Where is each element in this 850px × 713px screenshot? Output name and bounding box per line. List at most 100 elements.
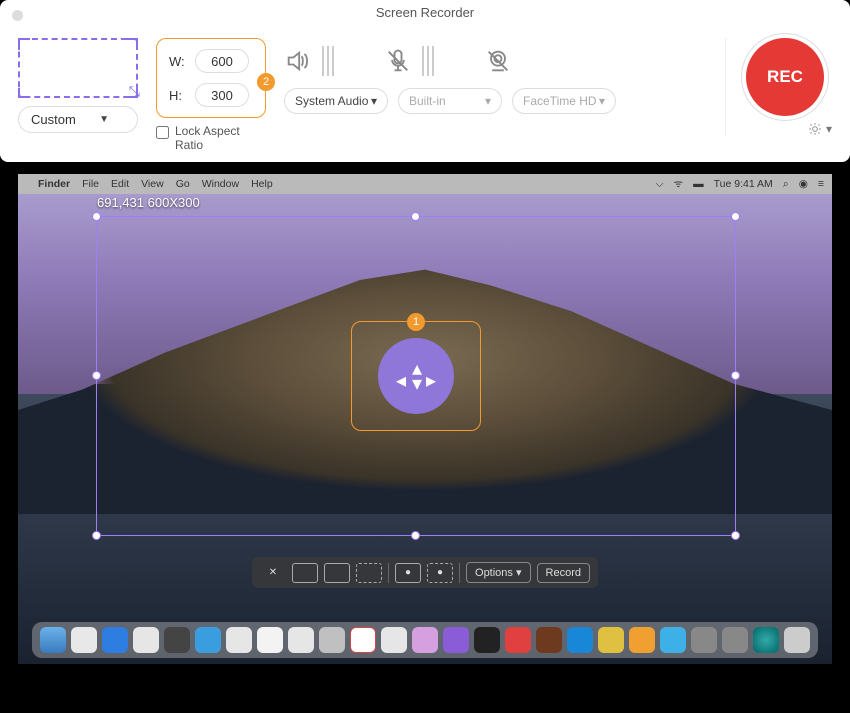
resize-handle[interactable] xyxy=(92,371,101,380)
width-label: W: xyxy=(169,54,189,69)
webcam-off-icon xyxy=(484,47,512,75)
menubar-item[interactable]: Help xyxy=(251,178,273,190)
dock-app-other[interactable] xyxy=(722,627,748,653)
dock-app-calendar[interactable] xyxy=(164,627,190,653)
dock-app-mail[interactable] xyxy=(102,627,128,653)
dock-app-preview[interactable] xyxy=(598,627,624,653)
dock-app-contacts[interactable] xyxy=(133,627,159,653)
screenshot-toolbar: ✕ ● ● Options ▾ Record xyxy=(252,557,598,588)
dock-app-downloads[interactable] xyxy=(753,627,779,653)
audio-source-label: System Audio xyxy=(295,94,368,108)
camera-label: FaceTime HD xyxy=(523,94,597,108)
lock-aspect-ratio-label: Lock Aspect Ratio xyxy=(175,124,266,152)
mic-level-icon xyxy=(422,46,434,76)
dock-app-safari[interactable] xyxy=(71,627,97,653)
desktop-wallpaper: 691,431 600X300 1 ▴▾ ◂▸ ✕ xyxy=(18,194,832,664)
screenshot-options-button[interactable]: Options ▾ xyxy=(466,562,531,583)
chevron-down-icon: ▾ xyxy=(371,94,377,108)
wifi-icon[interactable]: ᯤ xyxy=(674,177,684,191)
recorder-window: Screen Recorder ⤡ Custom ▼ W: H: xyxy=(0,0,850,162)
resize-handle[interactable] xyxy=(92,212,101,221)
menubar-clock[interactable]: Tue 9:41 AM xyxy=(714,178,773,190)
gear-icon xyxy=(808,122,822,136)
dock-app-finder[interactable] xyxy=(40,627,66,653)
menubar-app-name[interactable]: Finder xyxy=(38,178,70,190)
resize-handle[interactable] xyxy=(411,531,420,540)
record-button[interactable]: REC xyxy=(746,38,824,116)
dock-app-itunes[interactable] xyxy=(412,627,438,653)
menubar-item[interactable]: Window xyxy=(202,178,239,190)
menu-icon[interactable]: ≡ xyxy=(818,178,824,190)
region-preset-select[interactable]: Custom ▼ xyxy=(18,106,138,133)
dock-app-books[interactable] xyxy=(536,627,562,653)
camera-select[interactable]: FaceTime HD ▾ xyxy=(512,88,616,114)
record-button-label: REC xyxy=(767,67,803,87)
system-audio-level-icon xyxy=(322,46,334,76)
speaker-icon xyxy=(284,47,312,75)
dimensions-group: W: H: 2 xyxy=(156,38,266,118)
move-selection-handle[interactable]: ▴▾ ◂▸ xyxy=(378,338,454,414)
move-selection-callout: 1 ▴▾ ◂▸ xyxy=(351,321,481,431)
chevron-down-icon: ▼ xyxy=(99,114,109,125)
resize-handle[interactable] xyxy=(731,212,740,221)
screenshot-record-button[interactable]: Record xyxy=(537,563,590,583)
resize-handle[interactable] xyxy=(92,531,101,540)
mac-menubar: Finder File Edit View Go Window Help ⌵ ᯤ… xyxy=(18,174,832,194)
dock-app-news[interactable] xyxy=(505,627,531,653)
record-selection-button[interactable]: ● xyxy=(427,563,453,583)
capture-window-button[interactable] xyxy=(324,563,350,583)
chevron-down-icon: ▾ xyxy=(516,567,522,579)
resize-handle-icon: ⤡ xyxy=(129,83,140,100)
resize-handle[interactable] xyxy=(731,371,740,380)
airplay-icon[interactable]: ⌵ xyxy=(656,178,664,191)
desktop-preview: Finder File Edit View Go Window Help ⌵ ᯤ… xyxy=(18,174,832,664)
window-title: Screen Recorder xyxy=(0,0,850,26)
lock-aspect-ratio-checkbox[interactable]: Lock Aspect Ratio xyxy=(156,124,266,152)
dock-app-messages[interactable] xyxy=(319,627,345,653)
dock-app-maps[interactable] xyxy=(257,627,283,653)
height-label: H: xyxy=(169,88,189,103)
move-arrows-icon: ▴▾ ◂▸ xyxy=(398,358,434,394)
dock-app-generic[interactable] xyxy=(629,627,655,653)
capture-entire-screen-button[interactable] xyxy=(292,563,318,583)
selection-info-label: 691,431 600X300 xyxy=(97,195,200,210)
callout-badge-2: 2 xyxy=(257,73,275,91)
chevron-down-icon: ▾ xyxy=(826,122,832,136)
width-input[interactable] xyxy=(195,49,249,73)
dock-app-system-prefs[interactable] xyxy=(691,627,717,653)
chevron-down-icon: ▾ xyxy=(485,94,491,108)
dock xyxy=(32,622,818,658)
menubar-item[interactable]: View xyxy=(141,178,164,190)
dock-app-podcasts[interactable] xyxy=(443,627,469,653)
close-toolbar-button[interactable]: ✕ xyxy=(260,563,286,583)
chevron-down-icon: ▾ xyxy=(599,94,605,108)
microphone-off-icon xyxy=(384,47,412,75)
capture-selection-button[interactable] xyxy=(356,563,382,583)
battery-icon[interactable]: ▬ xyxy=(693,178,704,190)
menubar-item[interactable]: Edit xyxy=(111,178,129,190)
dock-app-calendar2[interactable] xyxy=(350,627,376,653)
dock-app-store2[interactable] xyxy=(660,627,686,653)
settings-button[interactable]: ▾ xyxy=(808,122,832,136)
capture-selection[interactable]: 691,431 600X300 1 ▴▾ ◂▸ xyxy=(96,216,736,536)
audio-source-select[interactable]: System Audio ▾ xyxy=(284,88,388,114)
menubar-item[interactable]: File xyxy=(82,178,99,190)
resize-handle[interactable] xyxy=(411,212,420,221)
lock-aspect-ratio-input[interactable] xyxy=(156,126,169,139)
dock-app-reminders[interactable] xyxy=(195,627,221,653)
height-input[interactable] xyxy=(195,83,249,107)
dock-app-facetime[interactable] xyxy=(381,627,407,653)
dock-app-trash[interactable] xyxy=(784,627,810,653)
callout-badge-1: 1 xyxy=(407,313,425,331)
dock-app-tv[interactable] xyxy=(474,627,500,653)
microphone-select[interactable]: Built-in ▾ xyxy=(398,88,502,114)
dock-app-photos[interactable] xyxy=(288,627,314,653)
menubar-item[interactable]: Go xyxy=(176,178,190,190)
resize-handle[interactable] xyxy=(731,531,740,540)
siri-icon[interactable]: ◉ xyxy=(799,178,808,190)
capture-region-icon[interactable]: ⤡ xyxy=(18,38,138,98)
dock-app-notes[interactable] xyxy=(226,627,252,653)
record-entire-screen-button[interactable]: ● xyxy=(395,563,421,583)
dock-app-appstore[interactable] xyxy=(567,627,593,653)
search-icon[interactable]: ⌕ xyxy=(783,178,789,191)
